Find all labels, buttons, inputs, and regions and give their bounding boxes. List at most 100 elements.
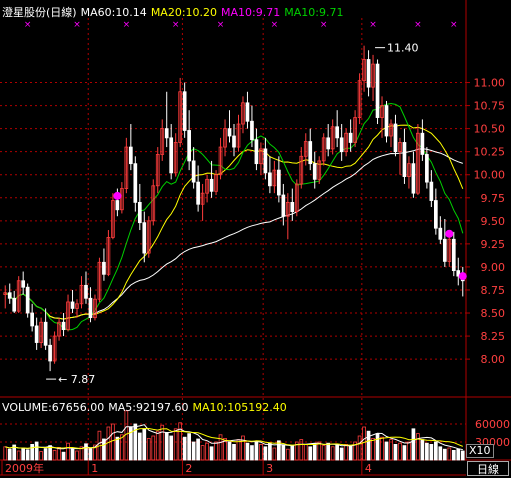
low-annotation: ← 7.87 [58, 373, 95, 386]
volume-bar [205, 442, 209, 461]
ma10-readout-green: MA10:9.71 [284, 6, 344, 19]
volume-bar [84, 443, 88, 461]
candle-body [30, 312, 34, 327]
volume-bar [442, 448, 447, 461]
price-tick-label: 8.75 [481, 284, 506, 297]
volume-bar [7, 448, 12, 461]
candle-body [88, 297, 93, 319]
period-selector-button[interactable]: 日線 [467, 461, 509, 476]
price-tick-label: 9.00 [481, 261, 506, 274]
volume-bar [209, 446, 214, 461]
candle-body [335, 126, 340, 139]
volume-bar [88, 448, 93, 461]
volume-bar [39, 451, 43, 461]
volume-series [3, 410, 465, 461]
candle-body [133, 163, 138, 203]
volume-bar [429, 443, 434, 461]
volume-bar [308, 446, 313, 461]
volume-bar [164, 431, 169, 461]
volume-bar [250, 445, 254, 461]
volume-bar [371, 437, 375, 461]
volume-bar [384, 441, 389, 461]
volume-header: VOLUME:67656.00 MA5:92197.60 MA10:105192.4… [2, 401, 291, 414]
volume-bar [30, 443, 34, 461]
volume-bar [66, 442, 70, 461]
candle-body [339, 137, 344, 153]
candle-body [348, 132, 353, 143]
highlight-marker [113, 191, 122, 200]
candle-body [326, 137, 331, 150]
volume-bar [173, 428, 178, 461]
candle-body [308, 141, 313, 165]
price-tick-label: 8.00 [481, 353, 506, 366]
volume-bar [357, 435, 362, 461]
top-cross-marker: × [123, 20, 131, 30]
date-label: 4 [365, 462, 372, 475]
volume-bar [362, 426, 366, 461]
price-tick-label: 10.25 [474, 146, 506, 159]
annotations: 11.40 ← 7.87 [46, 42, 419, 386]
volume-bar [115, 436, 120, 461]
candle-body [366, 59, 371, 88]
highlight-marker [445, 229, 454, 238]
volume-bar [214, 441, 218, 461]
volume-bar [187, 433, 191, 461]
price-tick-label: 11.00 [474, 77, 506, 90]
price-tick-label: 10.00 [474, 169, 506, 182]
volume-bar [398, 442, 402, 461]
date-label: 2 [185, 462, 192, 475]
ma20-readout: MA20:10.20 [150, 6, 218, 19]
candle-body [12, 297, 17, 312]
volume-bar [321, 445, 326, 461]
ma10-readout-magenta: MA10:9.71 [221, 6, 281, 19]
candle-body [7, 292, 12, 299]
candle-body [102, 261, 106, 275]
volume-bar [407, 441, 411, 461]
candle-body [164, 128, 169, 139]
highlight-marker [458, 272, 467, 281]
volume-bar [312, 443, 317, 461]
volume-bar [259, 443, 263, 461]
top-cross-marker: × [369, 20, 377, 30]
volume-bar [25, 449, 30, 461]
candlestick-series [3, 45, 465, 372]
top-cross-marker: × [414, 20, 422, 30]
candle-body [209, 178, 214, 192]
candle-body [169, 137, 174, 174]
candle-body [182, 91, 187, 131]
volume-bar [380, 436, 384, 461]
candle-body [250, 120, 254, 141]
candle-body [34, 325, 39, 343]
candle-body [290, 201, 295, 213]
candle-body [137, 201, 142, 224]
volume-bar [200, 445, 205, 461]
volume-bar [263, 446, 268, 461]
volume-bar [451, 449, 456, 461]
volume-bar [460, 450, 465, 461]
volume-bar [268, 442, 272, 461]
top-cross-marker: × [217, 20, 225, 30]
candle-body [411, 163, 416, 194]
candle-body [84, 284, 88, 299]
date-label: 1 [91, 462, 98, 475]
volume-bar [57, 446, 61, 461]
candle-body [420, 132, 425, 155]
price-tick-label: 10.50 [474, 123, 506, 136]
candle-body [281, 194, 286, 217]
candle-body [438, 227, 443, 240]
volume-bar [3, 446, 8, 461]
volume-bar [285, 448, 290, 461]
candle-body [48, 344, 52, 362]
volume-bar [393, 443, 398, 461]
volume-bar [16, 450, 21, 461]
volume-bar [411, 428, 416, 461]
volume-bar [245, 442, 250, 461]
candle-body [128, 146, 133, 165]
volume-ma5-readout: MA5:92197.60 [108, 401, 189, 414]
volume-bar [191, 441, 196, 461]
candle-body [393, 123, 398, 153]
volume-bar [155, 430, 160, 461]
volume-bar [330, 446, 335, 461]
volume-bar [146, 437, 151, 461]
candle-body [429, 181, 434, 201]
